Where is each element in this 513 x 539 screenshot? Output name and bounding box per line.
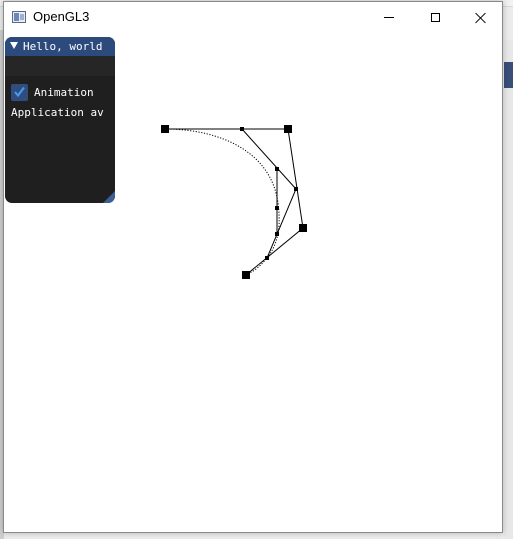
imgui-menu-band [5, 56, 115, 76]
curve-point [275, 206, 279, 210]
background-app-band [504, 62, 513, 88]
close-icon [475, 12, 487, 24]
construction-line-level1 [241, 128, 297, 259]
window-title: OpenGL3 [33, 9, 90, 24]
control-point[interactable] [161, 125, 169, 133]
construction-point [275, 232, 279, 236]
background-app-right-edge [504, 40, 513, 539]
minimize-icon [384, 17, 394, 18]
application-average-text: Application av [11, 106, 104, 119]
control-point[interactable] [284, 125, 292, 133]
minimize-button[interactable] [366, 2, 412, 33]
resize-grip-icon[interactable] [103, 191, 115, 203]
imgui-title: Hello, world [23, 40, 103, 53]
imgui-window: Hello, world Animation Application av [5, 37, 115, 203]
window-app-icon [12, 11, 26, 23]
construction-point [240, 127, 244, 131]
maximize-icon [430, 13, 440, 22]
window-titlebar[interactable]: OpenGL3 [4, 2, 502, 33]
construction-point [294, 187, 298, 191]
close-button[interactable] [458, 2, 504, 33]
checkmark-icon [14, 86, 25, 98]
opengl-window: OpenGL3 Hello, world Animation Applicati… [3, 1, 503, 533]
construction-point [275, 167, 279, 171]
animation-label[interactable]: Animation [34, 86, 94, 99]
control-point[interactable] [299, 224, 307, 232]
control-polygon [165, 128, 304, 276]
maximize-button[interactable] [412, 2, 458, 33]
control-point[interactable] [242, 271, 250, 279]
render-canvas[interactable]: Hello, world Animation Application av [4, 33, 502, 532]
imgui-titlebar[interactable]: Hello, world [5, 37, 115, 56]
triangle-down-icon[interactable] [10, 42, 18, 49]
animation-checkbox[interactable] [11, 84, 28, 101]
construction-point [265, 256, 269, 260]
